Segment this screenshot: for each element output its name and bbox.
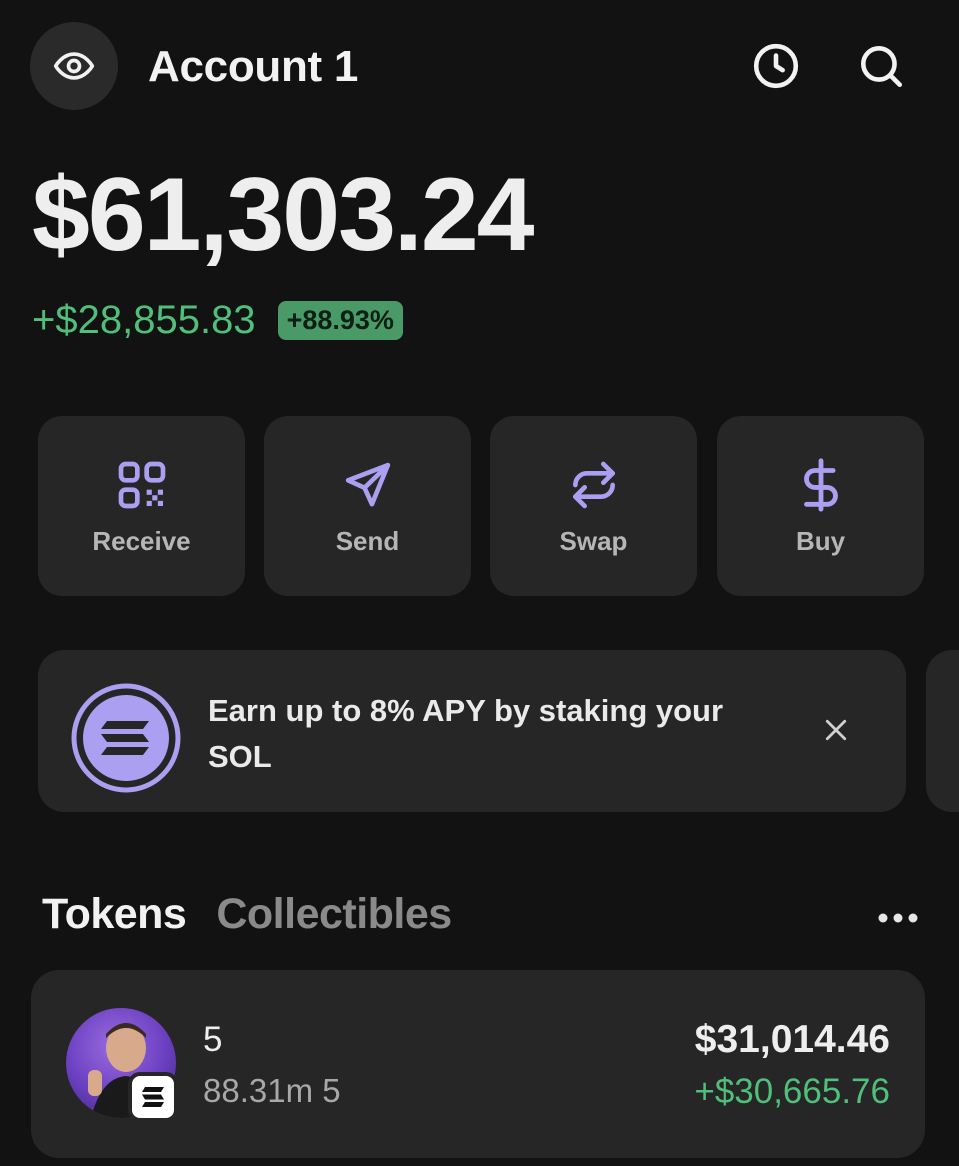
token-amount: 88.31m 5 xyxy=(203,1072,341,1109)
solana-icon xyxy=(142,1087,164,1107)
close-icon xyxy=(825,719,847,741)
search-button[interactable] xyxy=(855,40,907,92)
swap-icon xyxy=(572,461,615,509)
buy-button[interactable]: Buy xyxy=(717,416,924,596)
hide-balance-button[interactable] xyxy=(30,22,118,110)
next-promo-card[interactable] xyxy=(926,650,959,812)
more-dots-icon xyxy=(878,913,918,923)
swap-button[interactable]: Swap xyxy=(490,416,697,596)
receive-label: Receive xyxy=(92,526,191,556)
clock-icon xyxy=(753,43,799,89)
buy-label: Buy xyxy=(795,526,846,556)
token-value: $31,014.46 xyxy=(694,1018,890,1061)
balance-change: +$28,855.83 +88.93% xyxy=(32,296,403,344)
token-change: +$30,665.76 xyxy=(694,1072,890,1111)
eye-icon xyxy=(53,52,95,80)
promo-text: Earn up to 8% APY by staking your SOL xyxy=(208,693,724,774)
qr-code-icon xyxy=(118,461,165,509)
change-amount: +$28,855.83 xyxy=(32,297,256,342)
asset-tabs: Tokens Collectibles xyxy=(42,890,452,946)
close-promo-button[interactable] xyxy=(816,710,856,750)
token-row[interactable]: 5 88.31m 5 $31,014.46 +$30,665.76 xyxy=(31,970,925,1158)
header: Account 1 xyxy=(30,22,919,110)
staking-promo-banner[interactable]: Earn up to 8% APY by staking your SOL xyxy=(38,650,906,812)
search-icon xyxy=(861,46,903,88)
send-icon xyxy=(345,462,390,507)
more-options-button[interactable] xyxy=(872,898,924,938)
solana-chain-badge xyxy=(128,1072,178,1122)
send-button[interactable]: Send xyxy=(264,416,471,596)
token-name: 5 xyxy=(203,1020,223,1059)
dollar-icon xyxy=(803,458,838,512)
swap-label: Swap xyxy=(559,526,628,556)
send-label: Send xyxy=(335,526,400,556)
total-balance: $61,303.24 xyxy=(32,157,535,273)
receive-button[interactable]: Receive xyxy=(38,416,245,596)
solana-logo xyxy=(71,683,181,793)
tab-collectibles[interactable]: Collectibles xyxy=(216,890,452,939)
account-name[interactable]: Account 1 xyxy=(148,42,358,92)
change-percent-badge: +88.93% xyxy=(277,300,403,340)
action-bar: Receive Send Swap Buy xyxy=(38,416,924,596)
tab-tokens[interactable]: Tokens xyxy=(42,890,187,939)
history-button[interactable] xyxy=(750,40,802,92)
